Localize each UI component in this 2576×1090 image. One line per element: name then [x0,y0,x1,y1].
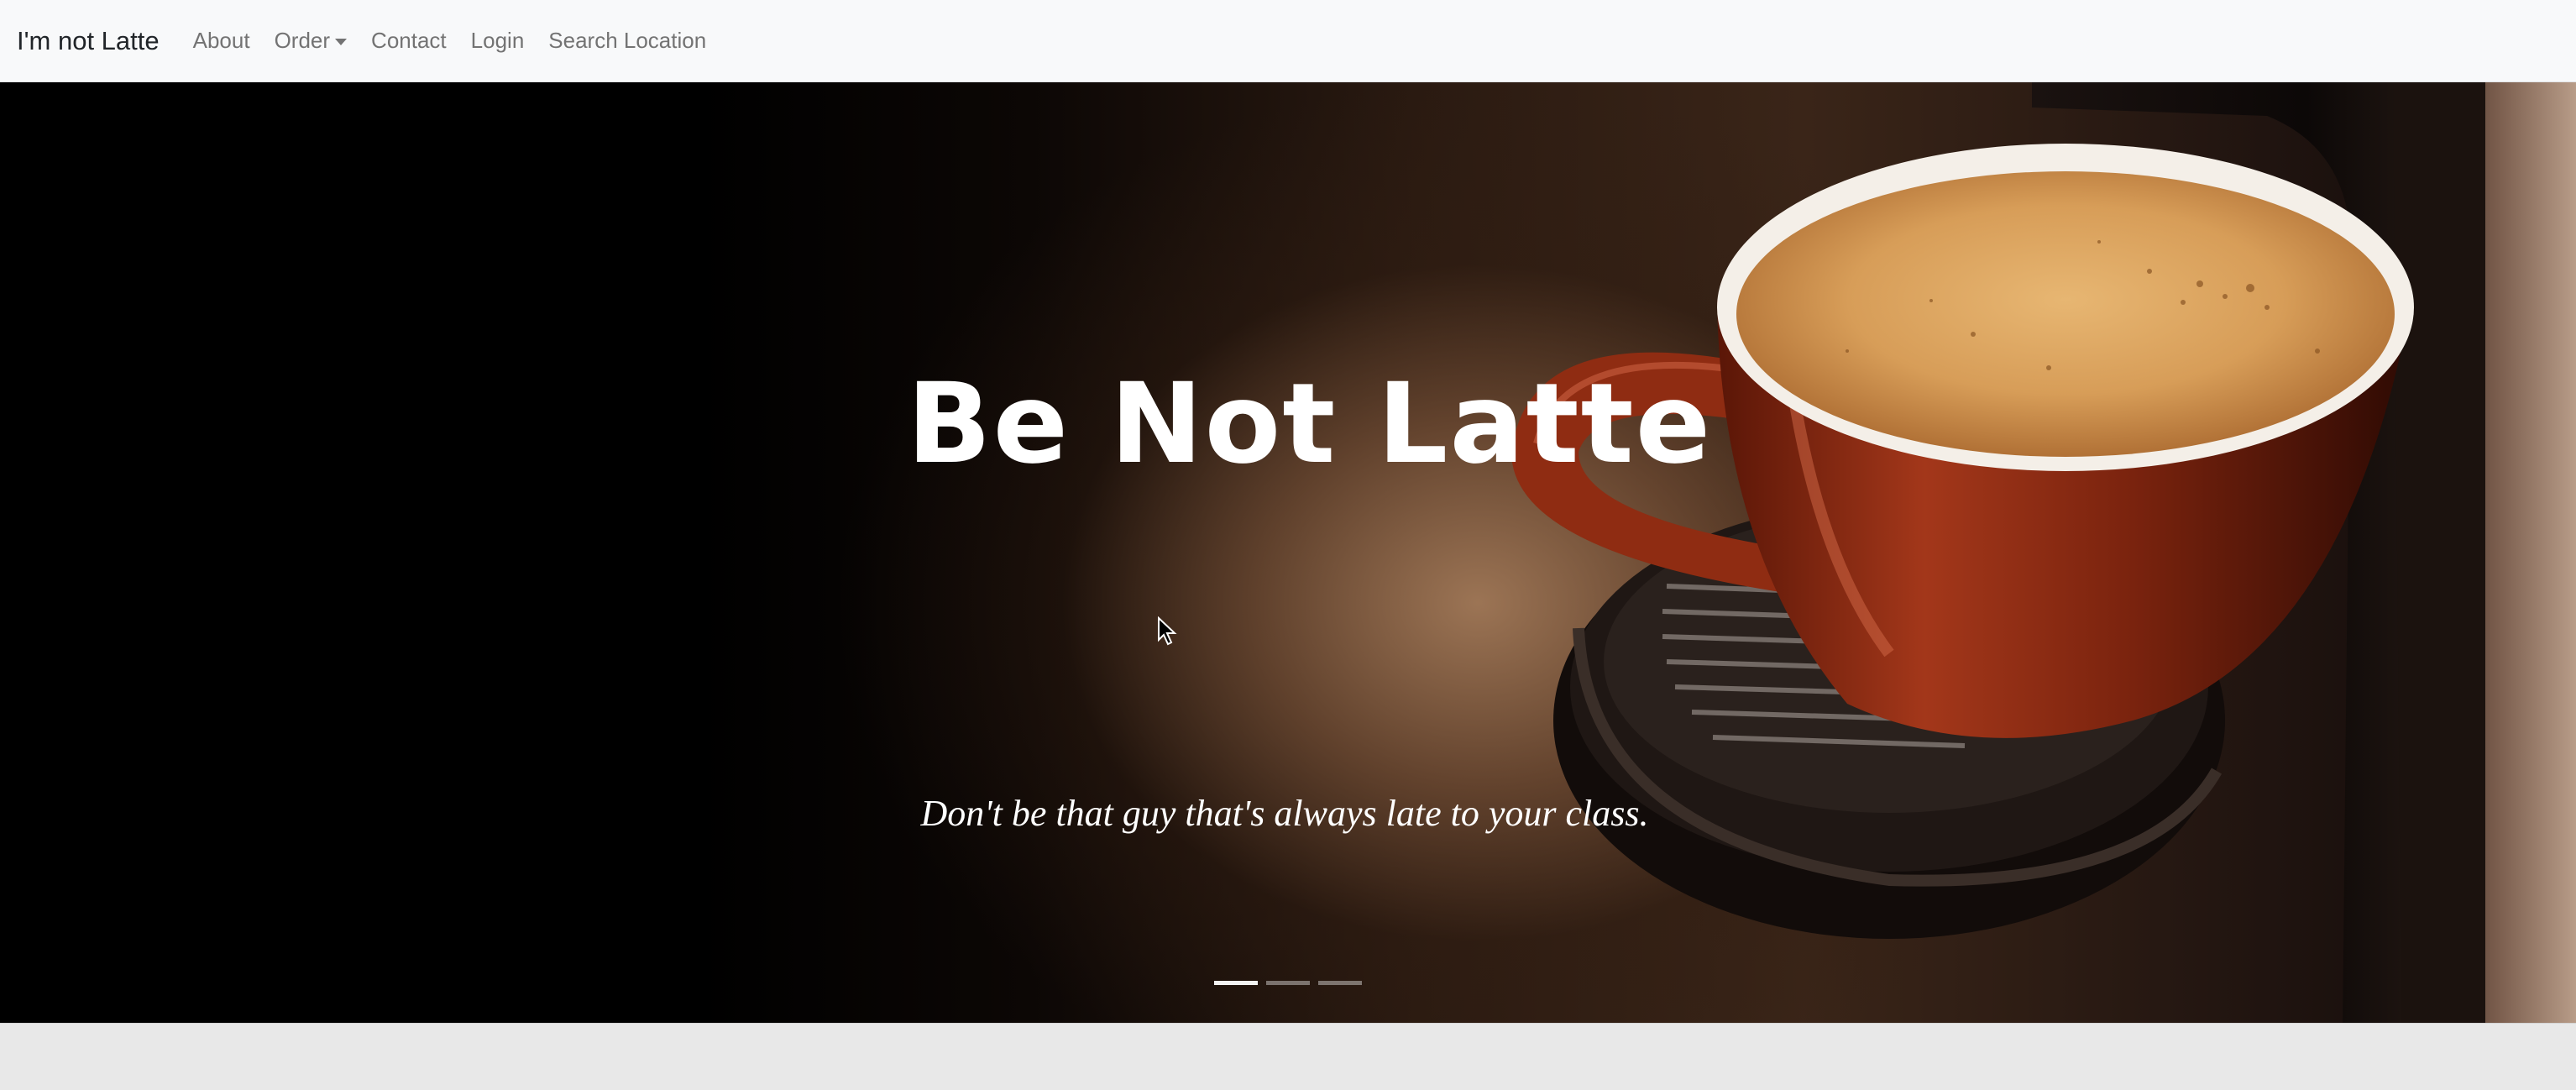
brand-link[interactable]: I'm not Latte [17,26,160,56]
coffee-cup-image [1511,82,2576,1023]
hero-caption: Don't be that guy that's always late to … [920,793,1649,834]
nav-link-login-label: Login [470,28,525,53]
navbar: I'm not Latte About Order Contact Login … [0,0,2576,82]
nav-link-search-location[interactable]: Search Location [548,28,706,54]
nav-link-contact-label: Contact [371,28,447,53]
carousel-indicator-3[interactable] [1318,981,1362,985]
hero-carousel[interactable]: Be Not Latte Don't be that guy that's al… [0,82,2576,1023]
caret-down-icon [335,38,348,45]
nav-link-about-label: About [192,28,250,53]
nav-link-search-location-label: Search Location [548,28,707,53]
nav-link-about[interactable]: About [193,28,250,54]
nav-link-login[interactable]: Login [471,28,525,54]
nav-link-contact[interactable]: Contact [371,28,447,54]
hero-title: Be Not Latte [907,359,1713,489]
mouse-pointer-icon [1158,616,1177,646]
carousel-indicators [1214,981,1362,985]
carousel-indicator-2[interactable] [1266,981,1310,985]
nav-dropdown-order-label: Order [274,28,331,53]
carousel-indicator-1[interactable] [1214,981,1258,985]
page-footer-area [0,1023,2576,1090]
nav-dropdown-order[interactable]: Order [274,28,348,54]
